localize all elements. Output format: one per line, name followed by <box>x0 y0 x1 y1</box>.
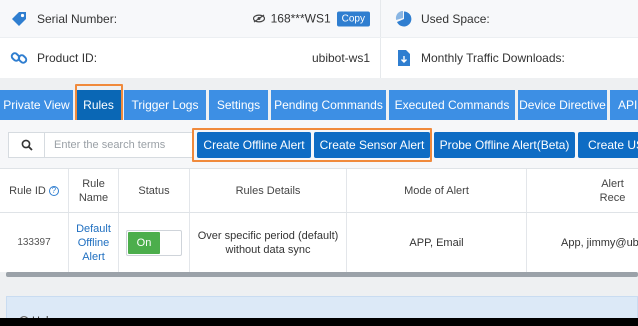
help-icon[interactable]: ? <box>48 185 59 196</box>
action-buttons-highlight <box>192 128 432 162</box>
serial-number-value: 168***WS1 <box>270 11 331 26</box>
product-id-cell: Product ID: ubibot-ws1 <box>0 38 380 78</box>
search-input[interactable] <box>45 133 193 157</box>
tab-private-view[interactable]: Private View <box>0 90 73 120</box>
rule-name-line1: Default <box>76 223 111 235</box>
header-rule-id-label: Rule ID <box>9 184 46 197</box>
device-info-panel: Serial Number: 168***WS1 Copy Used Space… <box>0 0 638 78</box>
serial-number-label: Serial Number: <box>37 11 118 26</box>
copy-button[interactable]: Copy <box>336 11 370 26</box>
rule-details-line1: Over specific period (default) <box>197 230 339 242</box>
header-rule-name: Rule Name <box>69 169 119 212</box>
table-horizontal-scrollbar[interactable] <box>6 272 638 277</box>
traffic-cell: Monthly Traffic Downloads: <box>380 38 638 78</box>
header-status: Status <box>119 169 190 212</box>
serial-number-value-group: 168***WS1 Copy <box>252 11 370 26</box>
rule-id-value: 133397 <box>17 237 51 248</box>
row-status: On <box>119 213 190 273</box>
tab-trigger-logs[interactable]: Trigger Logs <box>124 90 206 120</box>
page: Serial Number: 168***WS1 Copy Used Space… <box>0 0 638 326</box>
header-alert-receiver: Alert Rece <box>599 177 626 204</box>
product-id-value: ubibot-ws1 <box>311 51 370 65</box>
link-icon <box>10 52 28 64</box>
tab-api-keys[interactable]: API K <box>610 90 638 120</box>
status-toggle-on: On <box>128 232 160 254</box>
row-rules-details: Over specific period (default) without d… <box>190 213 347 273</box>
row-rule-name-link[interactable]: Default Offline Alert <box>69 213 119 273</box>
probe-offline-alert-button[interactable]: Probe Offline Alert(Beta) <box>434 132 575 158</box>
row-alert-receiver: App, jimmy@ub <box>561 237 638 249</box>
serial-tag-icon <box>12 11 26 26</box>
rules-tab-highlight <box>75 84 123 122</box>
table-body: 133397 Default Offline Alert On Over spe… <box>0 213 638 273</box>
rule-name-line2: Offline <box>77 237 110 249</box>
header-mode-of-alert: Mode of Alert <box>347 169 527 212</box>
table-header: Rule ID? Rule Name Status Rules Details … <box>0 169 638 213</box>
bottom-edge <box>0 318 638 326</box>
header-rule-name-line1: Rule <box>82 177 105 190</box>
used-space-cell: Used Space: <box>380 0 638 37</box>
rule-name-line3: Alert <box>82 251 105 263</box>
info-row-1: Serial Number: 168***WS1 Copy Used Space… <box>0 0 638 38</box>
header-rule-id: Rule ID? <box>0 169 69 212</box>
tab-settings[interactable]: Settings <box>209 90 268 120</box>
tab-pending-commands[interactable]: Pending Commands <box>271 90 386 120</box>
pie-chart-icon <box>395 10 412 26</box>
document-download-icon <box>398 50 410 66</box>
search-icon <box>21 139 33 151</box>
row-rule-id: 133397 <box>0 213 69 273</box>
header-rule-name-line2: Name <box>78 191 109 204</box>
product-id-label: Product ID: <box>37 51 98 65</box>
tab-device-directive[interactable]: Device Directive <box>518 90 607 120</box>
tab-executed-commands[interactable]: Executed Commands <box>389 90 515 120</box>
create-us-button[interactable]: Create US <box>578 132 638 158</box>
rules-table: Rule ID? Rule Name Status Rules Details … <box>0 168 638 273</box>
info-row-2: Product ID: ubibot-ws1 Monthly Traffic D… <box>0 38 638 78</box>
serial-number-cell: Serial Number: 168***WS1 Copy <box>0 0 380 37</box>
traffic-label: Monthly Traffic Downloads: <box>421 51 565 65</box>
eye-slash-icon[interactable] <box>252 14 265 23</box>
rule-details-line2: without data sync <box>225 244 311 256</box>
used-space-label: Used Space: <box>421 11 490 26</box>
search-box <box>8 132 193 158</box>
row-mode-of-alert: APP, Email <box>347 213 527 273</box>
search-button[interactable] <box>9 133 45 157</box>
status-toggle[interactable]: On <box>126 230 182 256</box>
header-rules-details: Rules Details <box>190 169 347 212</box>
